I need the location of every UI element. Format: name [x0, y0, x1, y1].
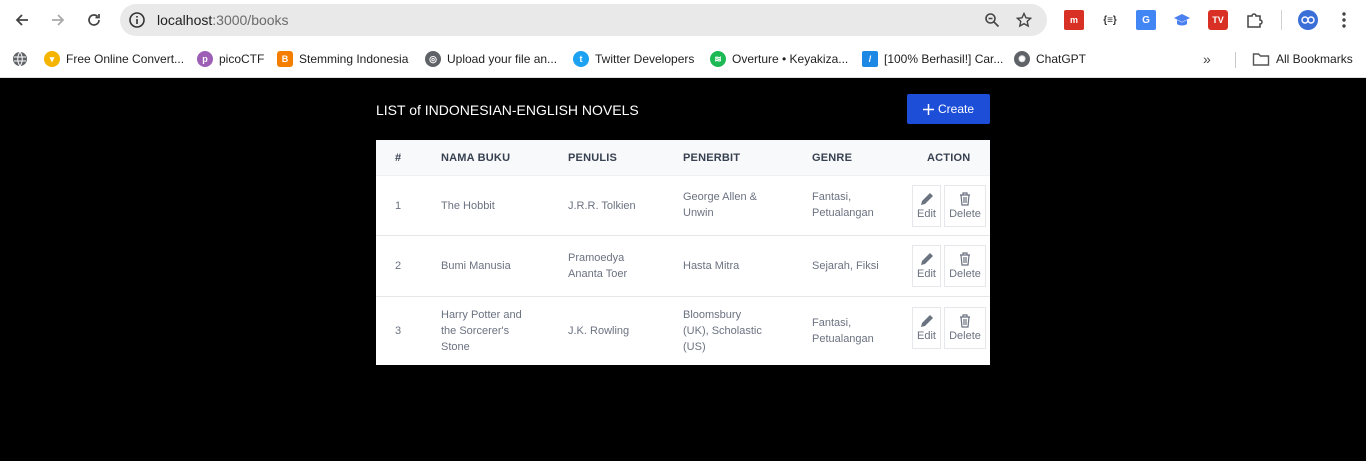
- header-genre: GENRE: [812, 152, 853, 164]
- bookmark-item[interactable]: ▾ Free Online Convert...: [44, 50, 184, 68]
- feather-icon: /: [862, 51, 878, 67]
- picoctf-icon: p: [197, 51, 213, 67]
- extension-graduation-icon[interactable]: [1172, 10, 1192, 30]
- chatgpt-icon: ✺: [1014, 51, 1030, 67]
- arrow-right-icon: [52, 14, 65, 26]
- globe-icon: ◎: [425, 51, 441, 67]
- cell-title: Bumi Manusia: [441, 260, 511, 272]
- arrow-left-icon: [15, 14, 28, 26]
- cell-genre: Fantasi, Petualangan: [812, 317, 874, 345]
- bookmarks-divider: [1235, 52, 1236, 68]
- bookmark-item[interactable]: ≋ Overture • Keyakiza...: [710, 50, 848, 68]
- browser-toolbar: localhost:3000/books m {≡} G TV: [0, 0, 1366, 40]
- bookmark-item[interactable]: ✺ ChatGPT: [1014, 50, 1086, 68]
- folder-icon: [1252, 53, 1270, 66]
- novels-table: # NAMA BUKU PENULIS PENERBIT GENRE ACTIO…: [376, 140, 990, 365]
- all-bookmarks-folder[interactable]: All Bookmarks: [1252, 50, 1353, 68]
- cell-publisher: Bloomsbury (UK), Scholastic (US): [683, 309, 762, 353]
- pencil-icon: [920, 315, 933, 327]
- edit-button[interactable]: Edit: [912, 185, 941, 227]
- cell-author: J.R.R. Tolkien: [568, 200, 636, 212]
- header-penerbit: PENERBIT: [683, 152, 741, 164]
- table-header: # NAMA BUKU PENULIS PENERBIT GENRE ACTIO…: [376, 140, 990, 176]
- page-content: LIST of INDONESIAN-ENGLISH NOVELS Create…: [0, 78, 1366, 461]
- convert-icon: ▾: [44, 51, 60, 67]
- delete-button[interactable]: Delete: [944, 245, 986, 287]
- profile-avatar-icon[interactable]: [1298, 10, 1318, 30]
- header-penulis: PENULIS: [568, 152, 618, 164]
- bookmark-item[interactable]: ◎ Upload your file an...: [425, 50, 557, 68]
- edit-button[interactable]: Edit: [912, 307, 941, 349]
- trash-icon: [960, 314, 970, 328]
- bookmark-item[interactable]: B Stemming Indonesia: [277, 50, 408, 68]
- header-action: ACTION: [927, 152, 971, 164]
- bookmarks-bar: ▾ Free Online Convert... p picoCTF B Stemmi…: [0, 40, 1366, 78]
- cell-publisher: Hasta Mitra: [683, 260, 740, 272]
- spotify-icon: ≋: [710, 51, 726, 67]
- extension-json-icon[interactable]: {≡}: [1100, 10, 1120, 30]
- pencil-icon: [920, 193, 933, 205]
- apps-globe-icon[interactable]: [12, 50, 28, 68]
- delete-button[interactable]: Delete: [944, 307, 986, 349]
- extension-tv-icon[interactable]: TV: [1208, 10, 1228, 30]
- cell-publisher: George Allen & Unwin: [683, 191, 757, 219]
- edit-button[interactable]: Edit: [912, 245, 941, 287]
- pencil-icon: [920, 253, 933, 265]
- extension-mendeley-icon[interactable]: m: [1064, 10, 1084, 30]
- forward-button[interactable]: [46, 8, 70, 32]
- cell-genre: Fantasi, Petualangan: [812, 191, 874, 219]
- reload-icon: [88, 14, 100, 26]
- address-bar[interactable]: localhost:3000/books: [120, 4, 1047, 36]
- cell-author: Pramoedya Ananta Toer: [568, 252, 628, 280]
- blogger-icon: B: [277, 51, 293, 67]
- browser-menu-icon[interactable]: [1334, 10, 1354, 30]
- bookmark-star-icon[interactable]: [1016, 12, 1032, 28]
- header-number: #: [395, 152, 402, 164]
- cell-title: Harry Potter and the Sorcerer's Stone: [441, 309, 522, 353]
- back-button[interactable]: [10, 8, 34, 32]
- cell-number: 1: [395, 200, 402, 212]
- extensions-puzzle-icon[interactable]: [1244, 10, 1264, 30]
- bookmark-item[interactable]: p picoCTF: [197, 50, 264, 68]
- cell-number: 2: [395, 260, 402, 272]
- cell-author: J.K. Rowling: [568, 325, 630, 337]
- page-title: LIST of INDONESIAN-ENGLISH NOVELS: [376, 102, 639, 118]
- more-bookmarks-chevron-icon[interactable]: »: [1203, 50, 1211, 68]
- zoom-icon[interactable]: [984, 12, 1000, 28]
- table-row: 2 Bumi Manusia Pramoedya Ananta Toer Hast…: [376, 236, 990, 297]
- trash-icon: [960, 252, 970, 266]
- toolbar-divider: [1281, 10, 1282, 30]
- create-button[interactable]: Create: [907, 94, 990, 124]
- cell-genre: Sejarah, Fiksi: [812, 260, 879, 272]
- extension-translate-icon[interactable]: G: [1136, 10, 1156, 30]
- table-row: 1 The Hobbit J.R.R. Tolkien George Allen…: [376, 176, 990, 236]
- site-info-icon[interactable]: [128, 11, 146, 29]
- trash-icon: [960, 192, 970, 206]
- plus-icon: [922, 103, 934, 115]
- reload-button[interactable]: [82, 8, 106, 32]
- bookmark-item[interactable]: / [100% Berhasil!] Car...: [862, 50, 1003, 68]
- bookmark-item[interactable]: t Twitter Developers: [573, 50, 694, 68]
- table-row: 3 Harry Potter and the Sorcerer's Stone J.…: [376, 297, 990, 365]
- delete-button[interactable]: Delete: [944, 185, 986, 227]
- cell-title: The Hobbit: [441, 200, 495, 212]
- cell-number: 3: [395, 325, 402, 337]
- url-text: localhost:3000/books: [157, 12, 289, 28]
- twitter-icon: t: [573, 51, 589, 67]
- header-nama-buku: NAMA BUKU: [441, 152, 511, 164]
